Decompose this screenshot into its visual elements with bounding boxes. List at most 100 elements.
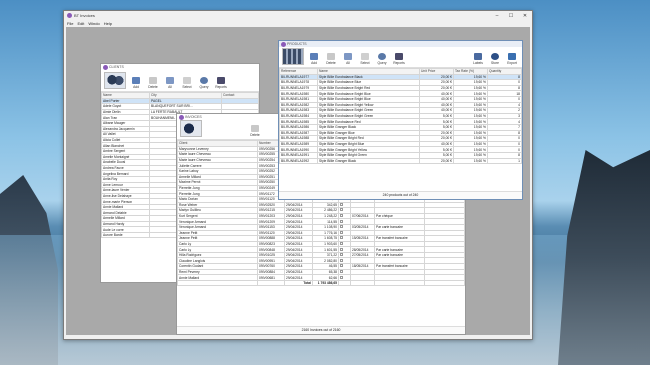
menu-bar: File Edit Windo Help — [64, 20, 532, 26]
products-delete-label: Delete — [326, 61, 336, 65]
products-status: 240 products out of 240 — [279, 191, 522, 199]
query-icon — [378, 53, 386, 60]
paid-checkbox[interactable] — [340, 253, 343, 257]
products-labels-button[interactable]: Labels — [471, 53, 485, 65]
clients-reports-button[interactable]: Reports — [214, 77, 228, 89]
invoices-icon — [179, 114, 184, 120]
add-icon — [132, 77, 140, 84]
clients-delete-button[interactable]: Delete — [146, 77, 160, 89]
total-value: 1 793 486,65 — [312, 279, 339, 287]
main-title: BT Invoices — [74, 13, 95, 18]
products-query-button[interactable]: Query — [375, 53, 389, 65]
products-store-button[interactable]: Store — [488, 53, 502, 65]
products-window[interactable]: PRODUCTS Add Delete All Select Query Rep… — [278, 40, 523, 200]
clients-all-label: All — [168, 85, 172, 89]
products-toolbar: Add Delete All Select Query Reports Labe… — [279, 47, 522, 68]
clients-query-label: Query — [199, 85, 209, 89]
main-titlebar: BT Invoices – ☐ ✕ — [64, 11, 532, 20]
clients-add-button[interactable]: Add — [129, 77, 143, 89]
products-add-label: Add — [311, 61, 317, 65]
total-spacer — [350, 279, 375, 287]
query-icon — [200, 77, 208, 84]
table-cell: 1 — [487, 157, 522, 165]
products-select-label: Select — [360, 61, 370, 65]
products-export-button[interactable]: Export — [505, 53, 519, 65]
clients-query-button[interactable]: Query — [197, 77, 211, 89]
menu-window[interactable]: Windo — [88, 21, 99, 26]
paid-checkbox[interactable] — [340, 247, 343, 251]
table-cell: 19,60 % — [453, 157, 488, 165]
delete-icon — [149, 77, 157, 84]
minimize-button[interactable]: – — [490, 13, 504, 19]
delete-icon — [251, 125, 259, 132]
export-icon — [508, 53, 516, 60]
invoices-logo — [180, 120, 202, 137]
products-reports-label: Reports — [393, 61, 405, 65]
clients-title: CLIENTS — [109, 65, 124, 69]
all-icon — [344, 53, 352, 60]
paid-checkbox[interactable] — [340, 236, 343, 240]
products-add-button[interactable]: Add — [307, 53, 321, 65]
invoices-status: 2160 Invoices out of 2160 — [177, 326, 465, 334]
table-cell: Aurore Barde — [101, 231, 150, 239]
table-cell: Style Billie Granger Black — [317, 157, 420, 165]
invoices-delete-button[interactable]: Delete — [248, 125, 262, 137]
invoices-title: INVOICES — [185, 115, 202, 119]
products-logo — [282, 48, 304, 65]
paid-checkbox[interactable] — [340, 270, 343, 273]
products-icon — [281, 41, 286, 47]
close-button[interactable]: ✕ — [518, 13, 532, 19]
desktop-rock-right — [558, 150, 650, 365]
paid-checkbox[interactable] — [340, 214, 343, 218]
clients-logo — [104, 72, 126, 89]
total-spacer — [374, 279, 425, 287]
paid-checkbox[interactable] — [340, 230, 343, 234]
clients-reports-label: Reports — [215, 85, 227, 89]
reports-icon — [217, 77, 225, 84]
add-icon — [310, 53, 318, 60]
products-store-label: Store — [491, 61, 499, 65]
products-query-label: Query — [377, 61, 387, 65]
invoices-delete-label: Delete — [250, 133, 260, 137]
paid-checkbox[interactable] — [340, 219, 343, 223]
products-export-label: Export — [507, 61, 517, 65]
clients-select-label: Select — [182, 85, 192, 89]
products-title: PRODUCTS — [287, 42, 307, 46]
clients-select-button[interactable]: Select — [180, 77, 194, 89]
clients-toolbar: Add Delete All Select Query Reports — [101, 70, 259, 92]
paid-checkbox[interactable] — [340, 258, 343, 262]
products-all-button[interactable]: All — [341, 53, 355, 65]
clients-add-label: Add — [133, 85, 139, 89]
paid-checkbox[interactable] — [340, 202, 343, 206]
products-delete-button[interactable]: Delete — [324, 53, 338, 65]
table-cell: BILRUNNELA1992 — [279, 157, 318, 165]
table-row[interactable]: BILRUNNELA1992 Style Billie Granger Black… — [279, 157, 522, 165]
table-cell: 20,00 € — [419, 157, 454, 165]
delete-icon — [327, 53, 335, 60]
maximize-button[interactable]: ☐ — [504, 13, 518, 19]
menu-edit[interactable]: Edit — [77, 21, 84, 26]
menu-help[interactable]: Help — [104, 21, 112, 26]
paid-checkbox[interactable] — [340, 264, 343, 268]
clients-icon — [103, 64, 108, 70]
paid-checkbox[interactable] — [340, 225, 343, 229]
select-icon — [183, 77, 191, 84]
products-reports-button[interactable]: Reports — [392, 53, 406, 65]
main-window: BT Invoices – ☐ ✕ File Edit Windo Help C… — [63, 10, 533, 340]
window-controls: – ☐ ✕ — [490, 13, 532, 19]
labels-icon — [474, 53, 482, 60]
products-table: Reference Name Unit Price Tax Rate (%) Q… — [279, 68, 522, 165]
store-icon — [491, 53, 499, 60]
total-spacer — [338, 279, 351, 287]
clients-all-button[interactable]: All — [163, 77, 177, 89]
reports-icon — [395, 53, 403, 60]
paid-checkbox[interactable] — [340, 208, 343, 212]
mdi-area: CLIENTS Add Delete All Select Query Repo… — [66, 27, 530, 335]
products-select-button[interactable]: Select — [358, 53, 372, 65]
menu-file[interactable]: File — [67, 21, 73, 26]
paid-checkbox[interactable] — [340, 275, 343, 279]
total-spacer — [424, 279, 465, 287]
products-all-label: All — [346, 61, 350, 65]
total-spacer — [257, 279, 285, 287]
paid-checkbox[interactable] — [340, 242, 343, 245]
